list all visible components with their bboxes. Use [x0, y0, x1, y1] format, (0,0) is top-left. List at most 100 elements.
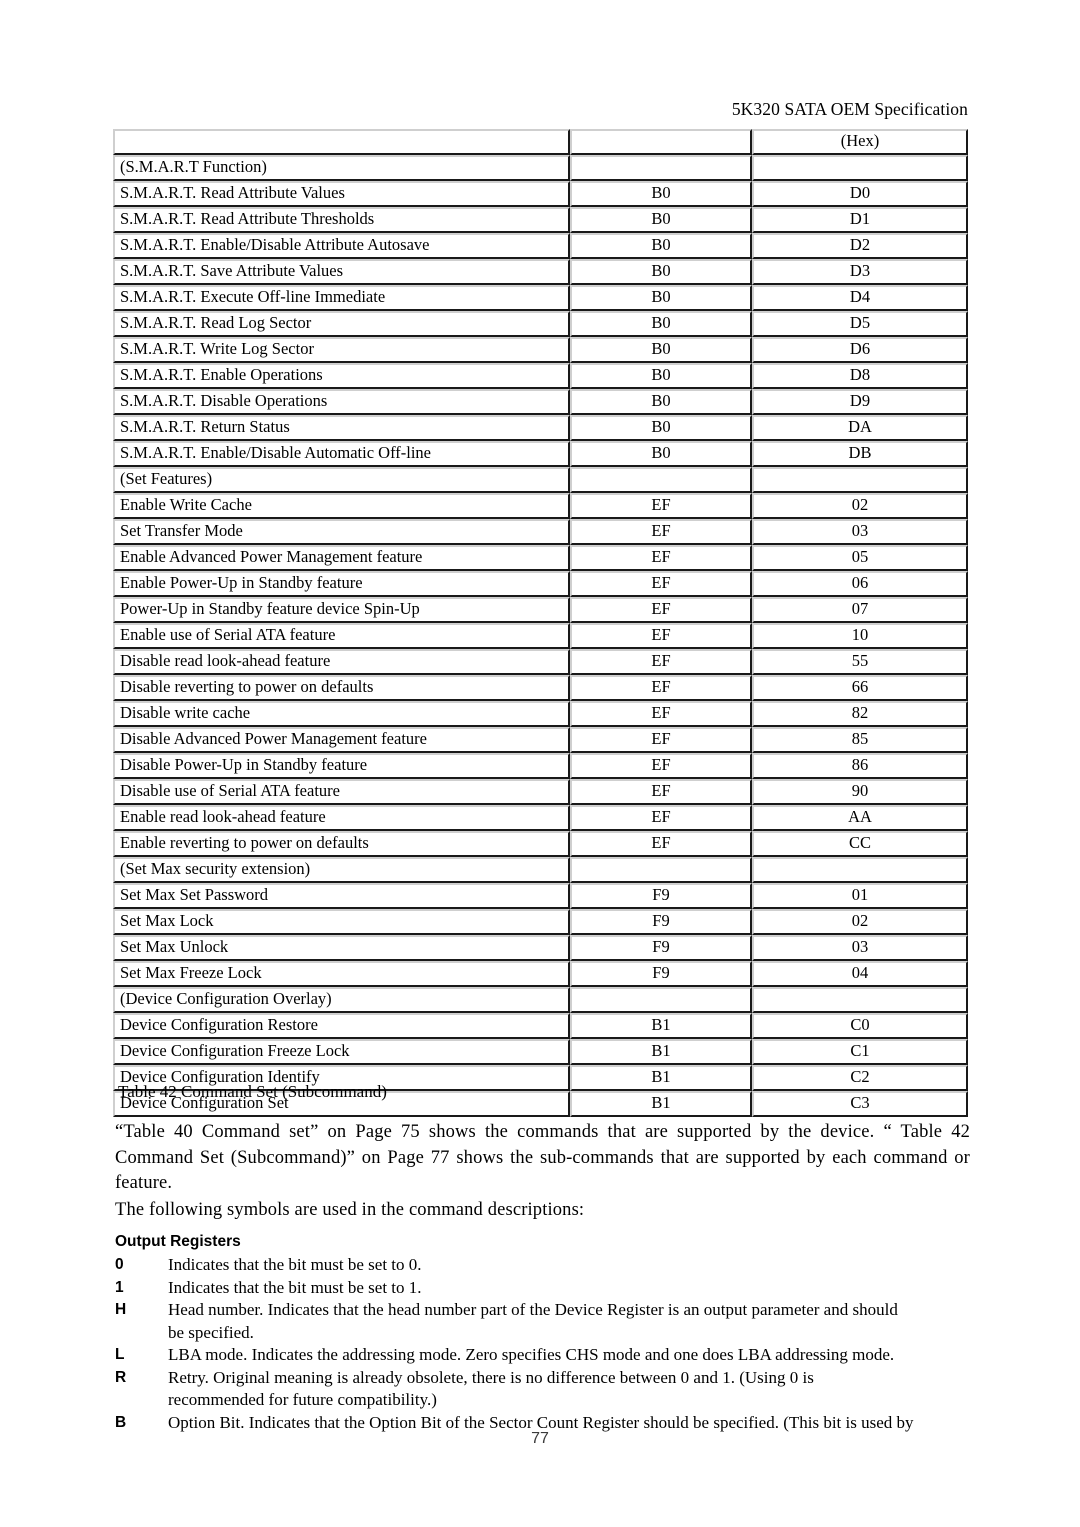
- cell-hex-code: D2: [752, 233, 968, 259]
- cell-hex-code: C0: [752, 1013, 968, 1039]
- table-group-row: (Set Max security extension): [113, 857, 968, 883]
- cell-hex-code: 55: [752, 649, 968, 675]
- cell-subcommand-name: S.M.A.R.T. Read Attribute Thresholds: [113, 207, 570, 233]
- cell-subcommand-name: Disable use of Serial ATA feature: [113, 779, 570, 805]
- table-row: S.M.A.R.T. Write Log Sector B0 D6: [113, 337, 968, 363]
- table-header-row: (Hex): [113, 129, 968, 155]
- definition-symbol: 0: [115, 1256, 124, 1273]
- cell-hex-code: 02: [752, 493, 968, 519]
- cell-command-code: B0: [570, 415, 752, 441]
- cell-hex-code: 02: [752, 909, 968, 935]
- cell-command-code: EF: [570, 727, 752, 753]
- paragraph-symbols-intro: The following symbols are used in the co…: [115, 1200, 585, 1220]
- table-row: Set Max Freeze Lock F9 04: [113, 961, 968, 987]
- running-header: 5K320 SATA OEM Specification: [731, 99, 968, 119]
- cell-command-code: EF: [570, 493, 752, 519]
- table-row: S.M.A.R.T. Enable Operations B0 D8: [113, 363, 968, 389]
- table-row: Disable write cache EF 82: [113, 701, 968, 727]
- cell-command-code: B0: [570, 259, 752, 285]
- table-row: S.M.A.R.T. Save Attribute Values B0 D3: [113, 259, 968, 285]
- cell-subcommand-name: Set Max Lock: [113, 909, 570, 935]
- table-row: Disable read look-ahead feature EF 55: [113, 649, 968, 675]
- cell-hex-code: D1: [752, 207, 968, 233]
- command-subcommand-table: (Hex) (S.M.A.R.T Function) S.M.A.R.T. Rea…: [113, 129, 968, 1117]
- table-row: S.M.A.R.T. Read Log Sector B0 D5: [113, 311, 968, 337]
- document-page: 5K320 SATA OEM Specification (Hex) (S.M.…: [0, 0, 1080, 1527]
- cell-subcommand-name: (S.M.A.R.T Function): [113, 155, 570, 181]
- cell-subcommand-name: Enable Advanced Power Management feature: [113, 545, 570, 571]
- cell-command-code: EF: [570, 753, 752, 779]
- cell-command-code: EF: [570, 571, 752, 597]
- table-row: Enable reverting to power on defaults EF C…: [113, 831, 968, 857]
- definition-text-wrap: Retry. Original meaning is already obsol…: [168, 1367, 975, 1412]
- subheading-output-registers: Output Registers: [115, 1233, 241, 1250]
- cell-command-code: B0: [570, 285, 752, 311]
- cell-command-code: B0: [570, 311, 752, 337]
- table-row: Enable Power-Up in Standby feature EF 06: [113, 571, 968, 597]
- table-row: Device Configuration Freeze Lock B1 C1: [113, 1039, 968, 1065]
- cell-subcommand-name: Enable Power-Up in Standby feature: [113, 571, 570, 597]
- cell-hex-code: C1: [752, 1039, 968, 1065]
- cell-hex-code: D4: [752, 285, 968, 311]
- cell-hex-code: DA: [752, 415, 968, 441]
- cell-subcommand-name: Set Max Freeze Lock: [113, 961, 570, 987]
- cell-hex-code: 07: [752, 597, 968, 623]
- definition-text: Indicates that the bit must be set to 1.: [168, 1277, 422, 1297]
- definition-text: Option Bit. Indicates that the Option Bi…: [168, 1412, 914, 1432]
- cell-hex-code: [752, 987, 968, 1013]
- cell-hex-code: D9: [752, 389, 968, 415]
- cell-command-code: EF: [570, 779, 752, 805]
- table-row: Set Max Set Password F9 01: [113, 883, 968, 909]
- cell-command-code: EF: [570, 519, 752, 545]
- cell-command-code: B0: [570, 363, 752, 389]
- definition-text: Retry. Original meaning is already obsol…: [168, 1367, 814, 1387]
- cell-hex-code: 03: [752, 935, 968, 961]
- definition-text-wrap: LBA mode. Indicates the addressing mode.…: [168, 1344, 975, 1367]
- cell-hex-code: 86: [752, 753, 968, 779]
- cell-subcommand-name: (Device Configuration Overlay): [113, 987, 570, 1013]
- cell-command-code: F9: [570, 909, 752, 935]
- cell-hex-code: 85: [752, 727, 968, 753]
- table-caption: Table 42 Command Set (Subcommand): [118, 1082, 387, 1101]
- cell-subcommand-name: S.M.A.R.T. Read Log Sector: [113, 311, 570, 337]
- cell-hex-code: 05: [752, 545, 968, 571]
- table-row: Set Max Lock F9 02: [113, 909, 968, 935]
- column-header-command: [570, 129, 752, 155]
- cell-subcommand-name: S.M.A.R.T. Disable Operations: [113, 389, 570, 415]
- cell-command-code: EF: [570, 831, 752, 857]
- definition-row: H Head number. Indicates that the head nu…: [115, 1299, 975, 1344]
- cell-hex-code: 01: [752, 883, 968, 909]
- cell-command-code: B1: [570, 1039, 752, 1065]
- page-number: 77: [531, 1430, 549, 1447]
- cell-subcommand-name: S.M.A.R.T. Return Status: [113, 415, 570, 441]
- cell-subcommand-name: S.M.A.R.T. Write Log Sector: [113, 337, 570, 363]
- definition-text: Indicates that the bit must be set to 0.: [168, 1255, 422, 1274]
- table-row: S.M.A.R.T. Read Attribute Thresholds B0 D1: [113, 207, 968, 233]
- definition-text-wrap: Head number. Indicates that the head num…: [168, 1299, 975, 1344]
- cell-command-code: B0: [570, 233, 752, 259]
- cell-command-code: EF: [570, 597, 752, 623]
- cell-subcommand-name: S.M.A.R.T. Read Attribute Values: [113, 181, 570, 207]
- cell-hex-code: [752, 155, 968, 181]
- cell-hex-code: D3: [752, 259, 968, 285]
- cell-subcommand-name: Set Max Set Password: [113, 883, 570, 909]
- column-header-hex: (Hex): [752, 129, 968, 155]
- cell-hex-code: D8: [752, 363, 968, 389]
- cell-command-code: F9: [570, 935, 752, 961]
- cell-subcommand-name: Disable reverting to power on defaults: [113, 675, 570, 701]
- cell-hex-code: 03: [752, 519, 968, 545]
- table-row: Enable Advanced Power Management feature…: [113, 545, 968, 571]
- definition-text-continuation: recommended for future compatibility.): [168, 1390, 437, 1409]
- table-row: S.M.A.R.T. Read Attribute Values B0 D0: [113, 181, 968, 207]
- cell-command-code: EF: [570, 623, 752, 649]
- cell-subcommand-name: S.M.A.R.T. Enable/Disable Attribute Auto…: [113, 233, 570, 259]
- cell-hex-code: DB: [752, 441, 968, 467]
- cell-hex-code: 82: [752, 701, 968, 727]
- definition-text-wrap: Indicates that the bit must be set to 0.: [168, 1254, 975, 1277]
- cell-hex-code: D0: [752, 181, 968, 207]
- table-row: Disable reverting to power on defaults EF…: [113, 675, 968, 701]
- cell-command-code: B1: [570, 1091, 752, 1117]
- cell-command-code: [570, 467, 752, 493]
- definition-row: 1 Indicates that the bit must be set to 1…: [115, 1277, 975, 1300]
- cell-subcommand-name: S.M.A.R.T. Enable/Disable Automatic Off-…: [113, 441, 570, 467]
